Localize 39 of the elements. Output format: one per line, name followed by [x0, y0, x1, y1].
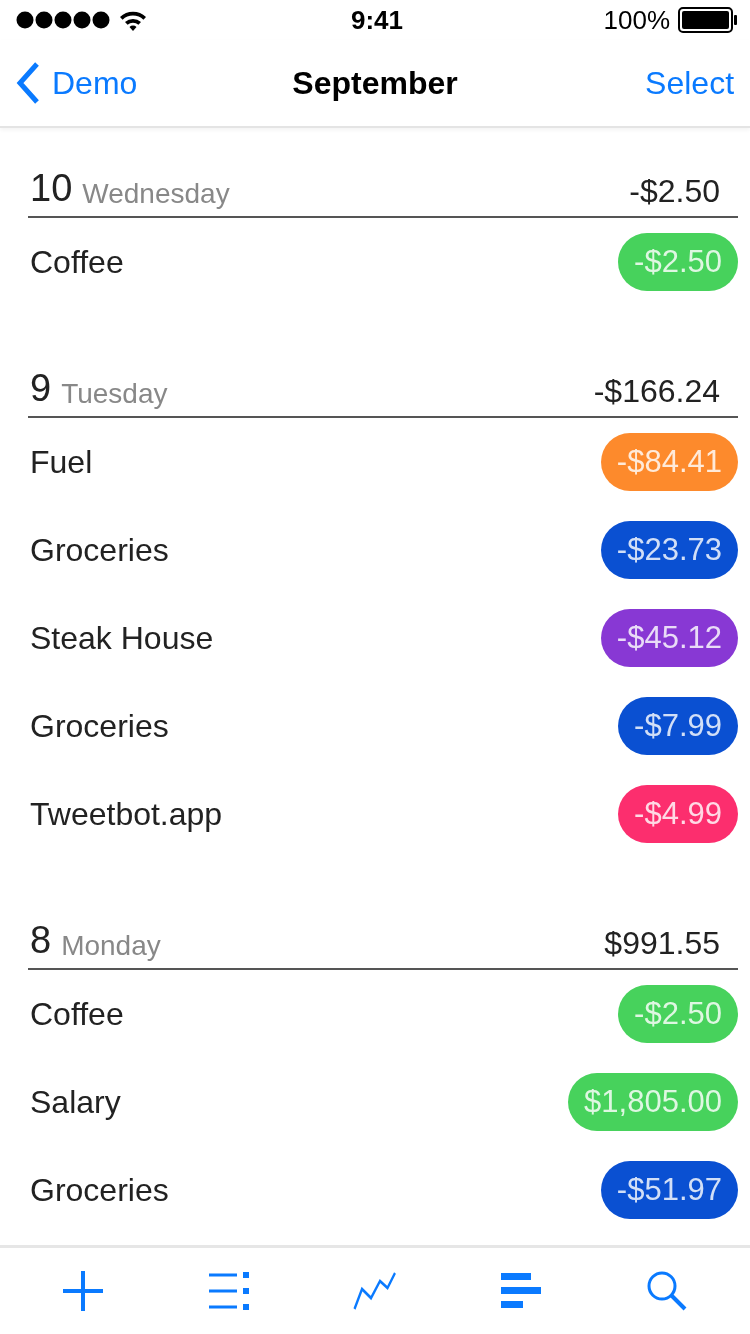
transaction-name[interactable]: Fuel [30, 443, 601, 481]
back-button[interactable]: Demo [16, 62, 138, 104]
weekday-label: Monday [61, 930, 162, 962]
signal-icon [16, 11, 112, 29]
transaction-name[interactable]: Steak House [30, 619, 601, 657]
status-time: 9:41 [351, 4, 404, 36]
amount-tag: -$84.41 [600, 433, 738, 491]
amount-tag: -$7.99 [618, 697, 738, 755]
battery-icon [678, 7, 738, 33]
amount-tag: -$23.73 [600, 521, 738, 579]
back-chevron-icon [16, 62, 40, 104]
day-number: 10 [30, 167, 73, 210]
day-total: $991.55 [604, 925, 720, 962]
battery-percent: 100% [603, 4, 670, 36]
amount-tag: -$45.12 [600, 609, 738, 667]
amount-tag: -$2.50 [618, 985, 738, 1043]
day-number: 8 [30, 919, 52, 962]
weekday-label: Wednesday [82, 178, 231, 210]
transaction-name[interactable]: Groceries [30, 1171, 601, 1209]
amount-tag: -$51.97 [600, 1161, 738, 1219]
select-button[interactable]: Select [645, 64, 734, 102]
amount-tag: -$4.99 [618, 785, 738, 843]
day-total: -$166.24 [593, 373, 720, 410]
amount-tag: $1,805.00 [568, 1073, 738, 1131]
nav-title: September [292, 64, 458, 102]
day-number: 9 [30, 367, 52, 410]
amount-tag: -$2.50 [618, 233, 738, 291]
list-icon[interactable] [207, 1269, 251, 1313]
weekday-label: Tuesday [61, 378, 169, 410]
wifi-icon [118, 9, 148, 31]
day-total: -$2.50 [629, 173, 720, 210]
transaction-name[interactable]: Salary [30, 1083, 569, 1121]
transaction-name[interactable]: Groceries [30, 531, 601, 569]
add-icon[interactable] [61, 1269, 105, 1313]
transaction-name[interactable]: Groceries [30, 707, 619, 745]
transaction-name[interactable]: Coffee [30, 995, 619, 1033]
transaction-name[interactable]: Tweetbot.app [30, 795, 619, 833]
transaction-name[interactable]: Coffee [30, 243, 619, 281]
search-icon[interactable] [645, 1269, 689, 1313]
